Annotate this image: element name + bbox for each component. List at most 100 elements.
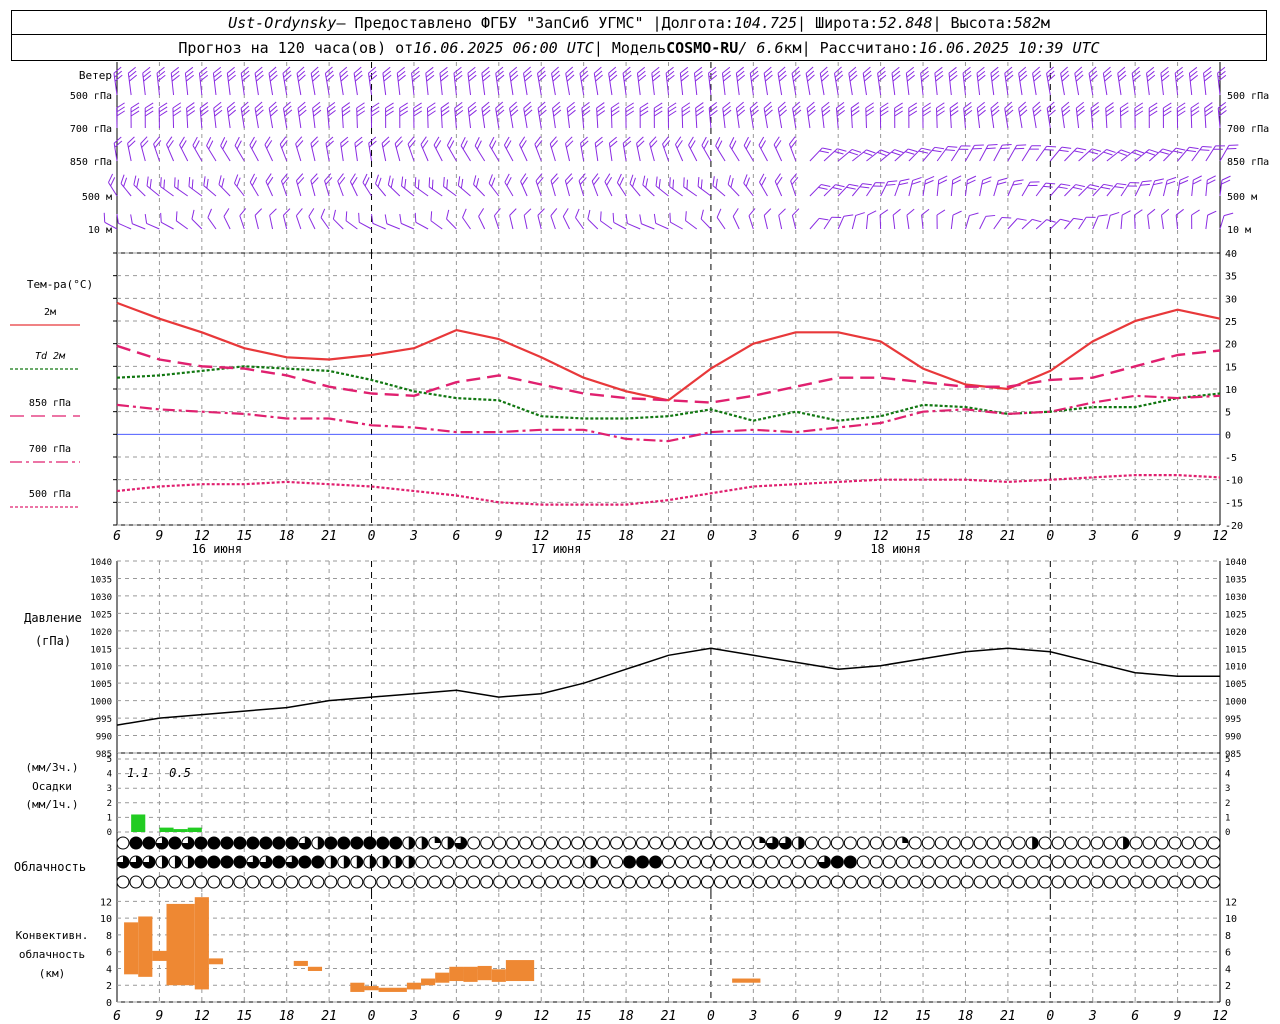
pressure-tick-left: 1010	[90, 663, 112, 673]
cloud-cover-symbol	[804, 836, 818, 850]
wind-barb	[1106, 183, 1127, 197]
wind-barb	[715, 137, 726, 162]
cloud-fill	[350, 837, 363, 849]
cloud-cover-symbol	[246, 855, 260, 869]
x-tick-label-bottom: 15	[915, 1009, 931, 1024]
precip-title: Осадки	[32, 780, 72, 793]
x-tick-label: 3	[748, 529, 757, 544]
wind-barb	[218, 175, 231, 197]
cloud-circle	[817, 875, 831, 889]
barb-staff	[503, 144, 514, 162]
barb-staff	[892, 215, 896, 230]
barb-feather	[249, 136, 255, 146]
cloud-cover-symbol	[233, 875, 247, 889]
wind-barb	[349, 173, 358, 197]
wind-barb	[819, 66, 829, 96]
barb-feather	[296, 208, 303, 217]
cloud-cover-symbol	[765, 836, 779, 850]
barb-feather	[549, 136, 557, 145]
cloud-cover-symbol	[947, 836, 961, 850]
cloud-cover-symbol	[726, 875, 740, 889]
barb-feather	[1142, 180, 1152, 183]
cloud-circle	[116, 875, 130, 889]
wind-barb	[493, 208, 501, 230]
cloud-circle	[441, 875, 455, 889]
cloud-cover-symbol	[1090, 855, 1104, 869]
cloud-circle	[662, 875, 675, 889]
cloud-cover-symbol	[1181, 836, 1195, 850]
wind-barb	[591, 173, 600, 197]
cloud-circle	[168, 875, 182, 889]
barb-staff	[729, 145, 740, 162]
cloud-fill	[902, 837, 909, 843]
precip-tick-left: 4	[107, 770, 112, 780]
cloud-cover-symbol	[817, 855, 831, 869]
pressure-tick-right: 1025	[1225, 610, 1247, 620]
wind-barb	[362, 173, 372, 197]
barb-feather	[867, 210, 877, 216]
cloud-cover-symbol	[1038, 836, 1052, 850]
cloud-cover-symbol	[674, 836, 688, 850]
cloud-cover-symbol	[207, 875, 221, 889]
barb-staff	[1162, 180, 1168, 197]
wind-barb	[462, 208, 471, 230]
x-tick-label-bottom: 12	[533, 1009, 549, 1024]
cloud-fill	[356, 856, 363, 868]
cloud-cover-symbol	[934, 875, 948, 889]
cloud-circle	[700, 875, 714, 889]
barb-feather	[1175, 208, 1184, 216]
cloud-circle	[1129, 855, 1143, 869]
wind-barb	[1131, 66, 1141, 96]
pressure-tick-left: 1035	[90, 575, 112, 585]
wind-barb	[1191, 145, 1212, 162]
x-tick-label-bottom: 6	[113, 1009, 121, 1024]
wind-barb	[564, 173, 574, 197]
wind-barb	[368, 136, 377, 162]
wind-barb	[950, 210, 962, 230]
wind-barb	[653, 102, 663, 129]
barb-feather	[773, 136, 780, 145]
temp-title: Тем-ра(°C)	[27, 278, 93, 291]
barb-staff	[979, 144, 989, 162]
wind-barb	[636, 66, 647, 96]
wind-barb	[399, 102, 409, 129]
cloud-cover-symbol	[674, 855, 688, 869]
cloud-circle	[960, 855, 974, 869]
cloud-fill	[129, 837, 142, 849]
barb-staff	[415, 221, 429, 230]
barb-staff	[1049, 183, 1062, 197]
precip-tick-left: 3	[107, 784, 112, 794]
wind-barb	[649, 136, 658, 162]
cloud-fill	[447, 837, 454, 849]
wind-barb	[1032, 101, 1042, 129]
wind-barb	[990, 101, 1000, 129]
cloud-circle	[921, 875, 935, 889]
cloud-circle	[856, 836, 870, 850]
wind-barb	[239, 208, 247, 230]
cloud-cover-symbol	[882, 855, 896, 869]
cloud-circle	[597, 875, 611, 889]
wind-barb	[324, 173, 333, 197]
wind-barb	[254, 101, 264, 129]
cloud-cover-symbol	[1051, 855, 1065, 869]
cloud-circle	[674, 855, 688, 869]
wind-barb	[693, 66, 704, 96]
cloud-cover-symbol	[285, 855, 299, 869]
wind-barb	[446, 209, 457, 230]
wind-barb	[446, 136, 457, 162]
cloud-circle	[947, 836, 961, 850]
barb-staff	[426, 107, 429, 129]
cloud-circle	[597, 836, 611, 850]
cloud-circle	[726, 875, 740, 889]
barb-staff	[407, 143, 415, 162]
cloud-cover-symbol	[1181, 875, 1195, 889]
cloud-circle	[1129, 836, 1143, 850]
barb-staff	[308, 216, 316, 230]
wind-barb	[523, 208, 532, 230]
cloud-fill	[636, 856, 649, 868]
wind-barb	[396, 66, 406, 96]
wind-barb	[1090, 102, 1100, 129]
cloud-cover-symbol	[558, 855, 572, 869]
cloud-circle	[1168, 875, 1182, 889]
cloud-circle	[545, 855, 559, 869]
